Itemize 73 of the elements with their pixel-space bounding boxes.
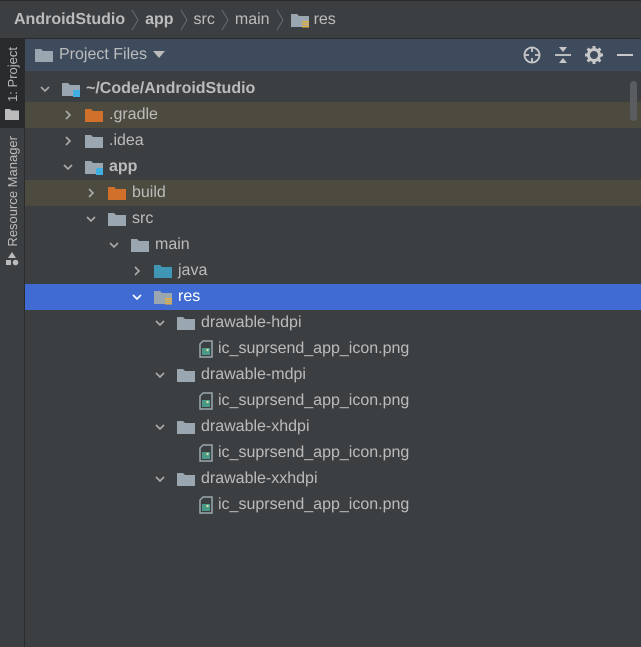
image-file-icon — [199, 392, 213, 410]
image-file-icon — [199, 340, 213, 358]
minimize-icon[interactable] — [617, 53, 633, 57]
tree-row[interactable]: drawable-mdpi — [25, 362, 641, 388]
image-file-icon — [199, 496, 213, 514]
breadcrumb-separator-icon — [220, 8, 229, 30]
side-tab[interactable]: 1: Project — [0, 39, 24, 128]
breadcrumb-link[interactable]: app — [145, 10, 174, 28]
tree-row[interactable]: main — [25, 232, 641, 258]
folder-icon — [35, 48, 53, 62]
tree-item-label: ic_suprsend_app_icon.png — [218, 444, 410, 462]
tree-item-label: drawable-mdpi — [201, 366, 306, 384]
tree-item-label: src — [132, 210, 154, 228]
tree-row[interactable]: .idea — [25, 128, 641, 154]
target-icon[interactable] — [523, 46, 541, 64]
tree-row[interactable]: drawable-xhdpi — [25, 414, 641, 440]
tree-item-label: java — [178, 262, 208, 280]
folder-icon — [176, 471, 196, 487]
tree-item-label: build — [132, 184, 166, 202]
tree-item-label: ic_suprsend_app_icon.png — [218, 392, 410, 410]
tree-row[interactable]: drawable-xxhdpi — [25, 466, 641, 492]
tree-item-label: drawable-hdpi — [201, 314, 302, 332]
tree-row[interactable]: ic_suprsend_app_icon.png — [25, 492, 641, 518]
tree-row[interactable]: app — [25, 154, 641, 180]
tree-row-selected[interactable]: res — [25, 284, 641, 310]
tree-item-label: ic_suprsend_app_icon.png — [218, 340, 410, 358]
shapes-icon — [5, 252, 19, 266]
image-file-icon — [199, 444, 213, 462]
breadcrumb-separator-icon — [131, 8, 140, 30]
tree-item-label: res — [178, 288, 200, 306]
folder-icon — [176, 367, 196, 383]
collapse-all-icon[interactable] — [555, 46, 571, 64]
breadcrumb-separator-icon — [180, 8, 188, 30]
tree-row[interactable]: src — [25, 206, 641, 232]
folder-icon — [130, 237, 150, 253]
folder-icon — [153, 263, 173, 279]
breadcrumb-link[interactable]: main — [234, 10, 270, 28]
folder-icon — [107, 211, 127, 227]
tree-row[interactable]: drawable-hdpi — [25, 310, 641, 336]
tree-item-label: ~/Code/AndroidStudio — [86, 80, 256, 98]
scrollbar-thumb[interactable] — [630, 81, 637, 121]
tree-item-label: ic_suprsend_app_icon.png — [218, 496, 410, 514]
module-folder-icon — [61, 81, 81, 97]
folder-icon — [5, 108, 19, 120]
breadcrumb-link[interactable]: AndroidStudio — [14, 10, 126, 28]
folder-icon — [107, 185, 127, 201]
breadcrumb-link[interactable]: res — [314, 10, 336, 28]
tree-item-label: app — [109, 158, 138, 176]
tree-item-label: .gradle — [109, 106, 158, 124]
breadcrumb-link[interactable]: src — [194, 10, 215, 28]
caret-icon — [153, 51, 166, 59]
breadcrumb-separator-icon — [276, 8, 284, 30]
resources-folder-icon — [290, 12, 310, 28]
folder-icon — [176, 419, 196, 435]
tree-item-label: main — [155, 236, 190, 254]
tree-row[interactable]: build — [25, 180, 641, 206]
settings-icon[interactable] — [585, 46, 603, 64]
tree-row[interactable]: ic_suprsend_app_icon.png — [25, 336, 641, 362]
tree-item-label: drawable-xxhdpi — [201, 470, 318, 488]
tree-item-label: .idea — [109, 132, 144, 150]
tree-row[interactable]: ic_suprsend_app_icon.png — [25, 440, 641, 466]
folder-icon — [84, 107, 104, 123]
tree-row[interactable]: ~/Code/AndroidStudio — [25, 76, 641, 102]
resources-folder-icon — [153, 289, 173, 305]
project-view-dropdown[interactable]: Project Files — [35, 46, 166, 64]
tree-row[interactable]: .gradle — [25, 102, 641, 128]
tree-row[interactable]: java — [25, 258, 641, 284]
tree-row[interactable]: ic_suprsend_app_icon.png — [25, 388, 641, 414]
tree-item-label: drawable-xhdpi — [201, 418, 310, 436]
folder-icon — [176, 315, 196, 331]
module-folder-icon — [84, 159, 104, 175]
side-tab[interactable]: Resource Manager — [0, 128, 24, 274]
folder-icon — [84, 133, 104, 149]
